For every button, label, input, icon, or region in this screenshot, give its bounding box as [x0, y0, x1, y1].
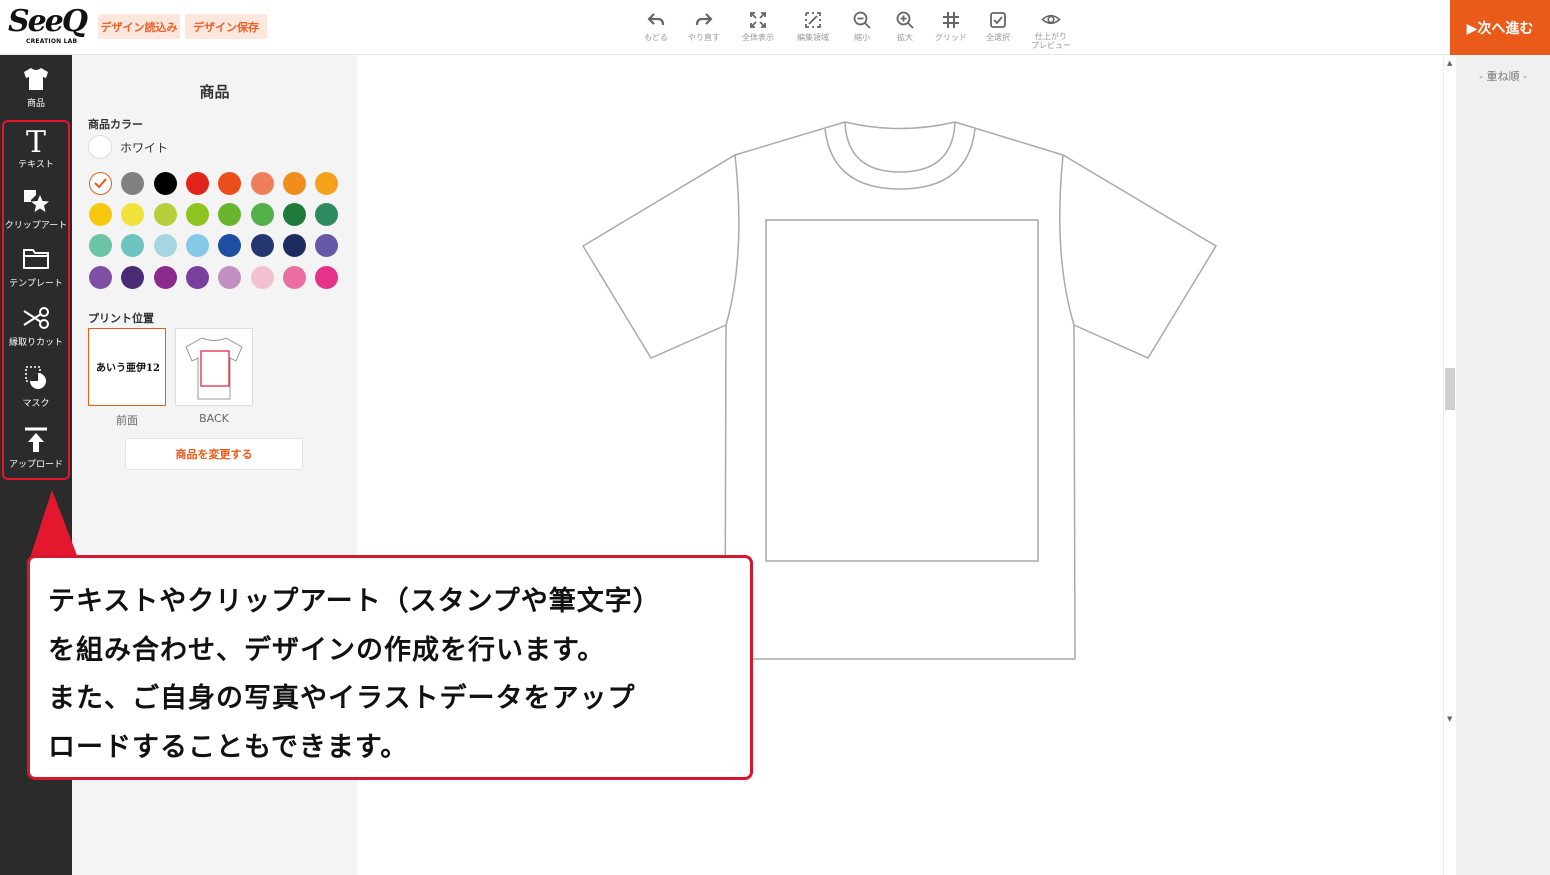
callout-pointer — [30, 490, 78, 558]
nav-label-product: 商品 — [26, 99, 45, 109]
color-swatch[interactable] — [153, 265, 177, 289]
color-swatch[interactable] — [185, 234, 209, 258]
nav-item-product[interactable]: 商品 — [0, 64, 72, 122]
color-swatch[interactable] — [153, 234, 177, 258]
logo[interactable]: SeeQ CREATION LAB — [8, 4, 88, 50]
front-design-preview: あいう亜伊12 — [96, 363, 160, 374]
color-swatch[interactable] — [121, 234, 145, 258]
color-swatch[interactable] — [185, 265, 209, 289]
color-swatch[interactable] — [218, 234, 242, 258]
color-swatch[interactable] — [121, 265, 145, 289]
color-swatch[interactable] — [282, 265, 306, 289]
callout-line: また、ご自身の写真やイラストデータをアップ — [48, 683, 636, 714]
color-swatch[interactable] — [89, 265, 112, 289]
edit-area-label: 編集領域 — [797, 33, 829, 42]
fit-view-button[interactable]: 全体表示 — [732, 10, 784, 50]
nav-highlight-frame — [2, 120, 70, 480]
color-swatch[interactable] — [185, 203, 209, 227]
zoom-in-icon — [896, 11, 914, 29]
color-swatch[interactable] — [218, 265, 242, 289]
layer-order-label: - 重ね順 - — [1479, 70, 1527, 83]
select-all-button[interactable]: 全選択 — [972, 10, 1024, 50]
color-swatch[interactable] — [315, 172, 339, 195]
logo-subtitle: CREATION LAB — [26, 38, 78, 45]
position-back-label: BACK — [199, 412, 229, 425]
position-front-label: 前面 — [116, 414, 138, 427]
zoom-out-label: 縮小 — [854, 33, 870, 42]
next-step-button[interactable]: ▶次へ進む — [1450, 0, 1550, 55]
color-swatch[interactable] — [89, 203, 112, 227]
color-swatch[interactable] — [250, 234, 274, 258]
zoom-in-label: 拡大 — [897, 33, 913, 42]
top-bar: SeeQ CREATION LAB デザイン読込み デザイン保存 もどる やり直… — [0, 0, 1550, 55]
redo-button[interactable]: やり直す — [678, 10, 730, 50]
scroll-up-icon[interactable]: ▲ — [1447, 59, 1452, 67]
scroll-thumb[interactable] — [1445, 368, 1455, 410]
color-swatch[interactable] — [315, 265, 339, 289]
redo-icon — [695, 13, 713, 26]
grid-label: グリッド — [935, 33, 967, 42]
change-product-button[interactable]: 商品を変更する — [125, 438, 303, 470]
color-swatch[interactable] — [185, 172, 209, 195]
color-swatch[interactable] — [121, 172, 145, 195]
selected-color-name: ホワイト — [120, 140, 169, 155]
eye-icon — [1041, 14, 1061, 25]
back-shirt-thumbnail — [185, 337, 243, 400]
undo-icon — [647, 13, 665, 26]
logo-text: SeeQ — [8, 4, 88, 39]
print-area[interactable] — [765, 219, 1039, 562]
edit-area-button[interactable]: 編集領域 — [787, 10, 839, 50]
edit-area-icon — [805, 12, 821, 28]
callout-line: を組み合わせ、デザインの作成を行います。 — [48, 634, 606, 666]
color-swatch[interactable] — [282, 203, 306, 227]
product-color-label: 商品カラー — [88, 118, 143, 131]
color-swatch[interactable] — [315, 234, 339, 258]
tshirt-icon — [24, 68, 48, 90]
color-swatch[interactable] — [89, 234, 112, 258]
preview-label: 仕上がり プレビュー — [1031, 32, 1071, 50]
load-design-button[interactable]: デザイン読込み — [98, 14, 180, 39]
color-swatch[interactable] — [282, 172, 306, 195]
fit-view-label: 全体表示 — [742, 33, 774, 42]
panel-title: 商品 — [199, 83, 230, 101]
undo-label: もどる — [644, 33, 668, 42]
grid-icon — [943, 12, 959, 28]
preview-button[interactable]: 仕上がり プレビュー — [1025, 10, 1077, 50]
design-editor: SeeQ CREATION LAB デザイン読込み デザイン保存 もどる やり直… — [0, 0, 1550, 875]
color-swatch[interactable] — [282, 234, 306, 258]
select-all-label: 全選択 — [986, 33, 1010, 42]
callout-box: テキストやクリップアート（スタンプや筆文字） を組み合わせ、デザインの作成を行い… — [27, 555, 753, 780]
zoom-out-icon — [853, 11, 871, 29]
zoom-in-button[interactable]: 拡大 — [879, 10, 931, 50]
color-swatch[interactable] — [315, 203, 339, 227]
redo-label: やり直す — [688, 33, 720, 42]
selected-color-swatch — [88, 135, 112, 159]
checkmark-icon — [94, 178, 107, 189]
color-swatch[interactable] — [250, 265, 274, 289]
color-swatch[interactable] — [250, 172, 274, 195]
undo-button[interactable]: もどる — [630, 10, 682, 50]
canvas-scrollbar[interactable]: ▲ ▼ — [1443, 55, 1456, 875]
callout-line: ロードすることもできます。 — [48, 731, 409, 763]
color-swatch[interactable] — [121, 203, 145, 227]
color-swatch[interactable] — [218, 172, 242, 195]
save-design-button[interactable]: デザイン保存 — [185, 14, 267, 39]
color-swatch[interactable] — [250, 203, 274, 227]
color-swatch[interactable] — [153, 203, 177, 227]
print-position-label: プリント位置 — [88, 312, 154, 325]
scroll-down-icon[interactable]: ▼ — [1447, 715, 1452, 723]
fit-view-icon — [750, 12, 766, 28]
select-all-icon — [990, 12, 1006, 28]
color-swatch[interactable] — [218, 203, 242, 227]
selected-color: ホワイト — [88, 135, 168, 159]
position-back-card[interactable] — [175, 328, 253, 406]
layer-order-panel: - 重ね順 - — [1456, 55, 1550, 875]
callout-line: テキストやクリップアート（スタンプや筆文字） — [48, 586, 661, 617]
color-swatch[interactable] — [153, 172, 177, 195]
position-front-card[interactable]: あいう亜伊12 — [88, 328, 166, 406]
color-swatch-selected[interactable] — [89, 172, 112, 195]
grid-button[interactable]: グリッド — [925, 10, 977, 50]
